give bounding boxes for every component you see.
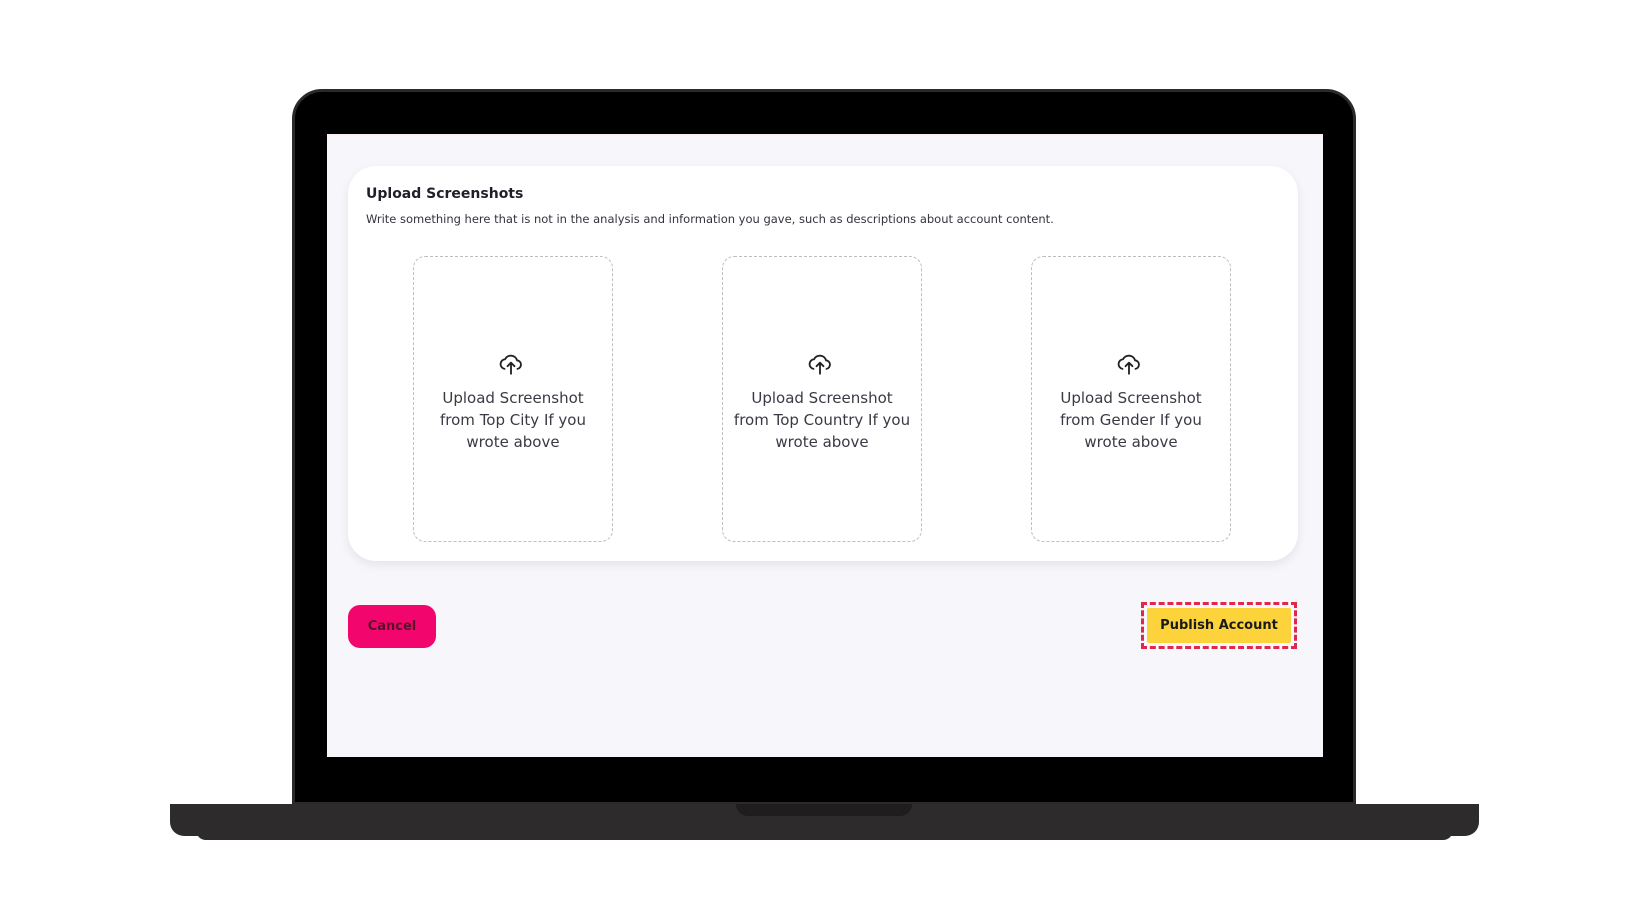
- cloud-upload-icon: [808, 354, 831, 375]
- highlight-box: Publish Account: [1141, 602, 1297, 649]
- upload-box-label: Upload Screenshot from Top Country If yo…: [733, 389, 911, 451]
- section-description: Write something here that is not in the …: [366, 212, 1054, 226]
- publish-account-button[interactable]: Publish Account: [1147, 608, 1291, 643]
- screen-divider: [327, 134, 1323, 137]
- cloud-upload-icon: [499, 354, 522, 375]
- upload-box-top-city[interactable]: Upload Screenshot from Top City If you w…: [413, 256, 613, 542]
- laptop-notch: [736, 804, 912, 816]
- upload-box-label: Upload Screenshot from Gender If you wro…: [1060, 389, 1202, 451]
- cloud-upload-icon: [1117, 354, 1140, 375]
- upload-screenshots-card: Upload Screenshots Write something here …: [348, 166, 1298, 561]
- upload-box-top-country[interactable]: Upload Screenshot from Top Country If yo…: [722, 256, 922, 542]
- upload-box-label: Upload Screenshot from Top City If you w…: [440, 389, 586, 451]
- section-title: Upload Screenshots: [366, 186, 524, 202]
- cancel-button[interactable]: Cancel: [348, 605, 436, 648]
- upload-box-gender[interactable]: Upload Screenshot from Gender If you wro…: [1031, 256, 1231, 542]
- laptop-screen: Upload Screenshots Write something here …: [327, 134, 1323, 757]
